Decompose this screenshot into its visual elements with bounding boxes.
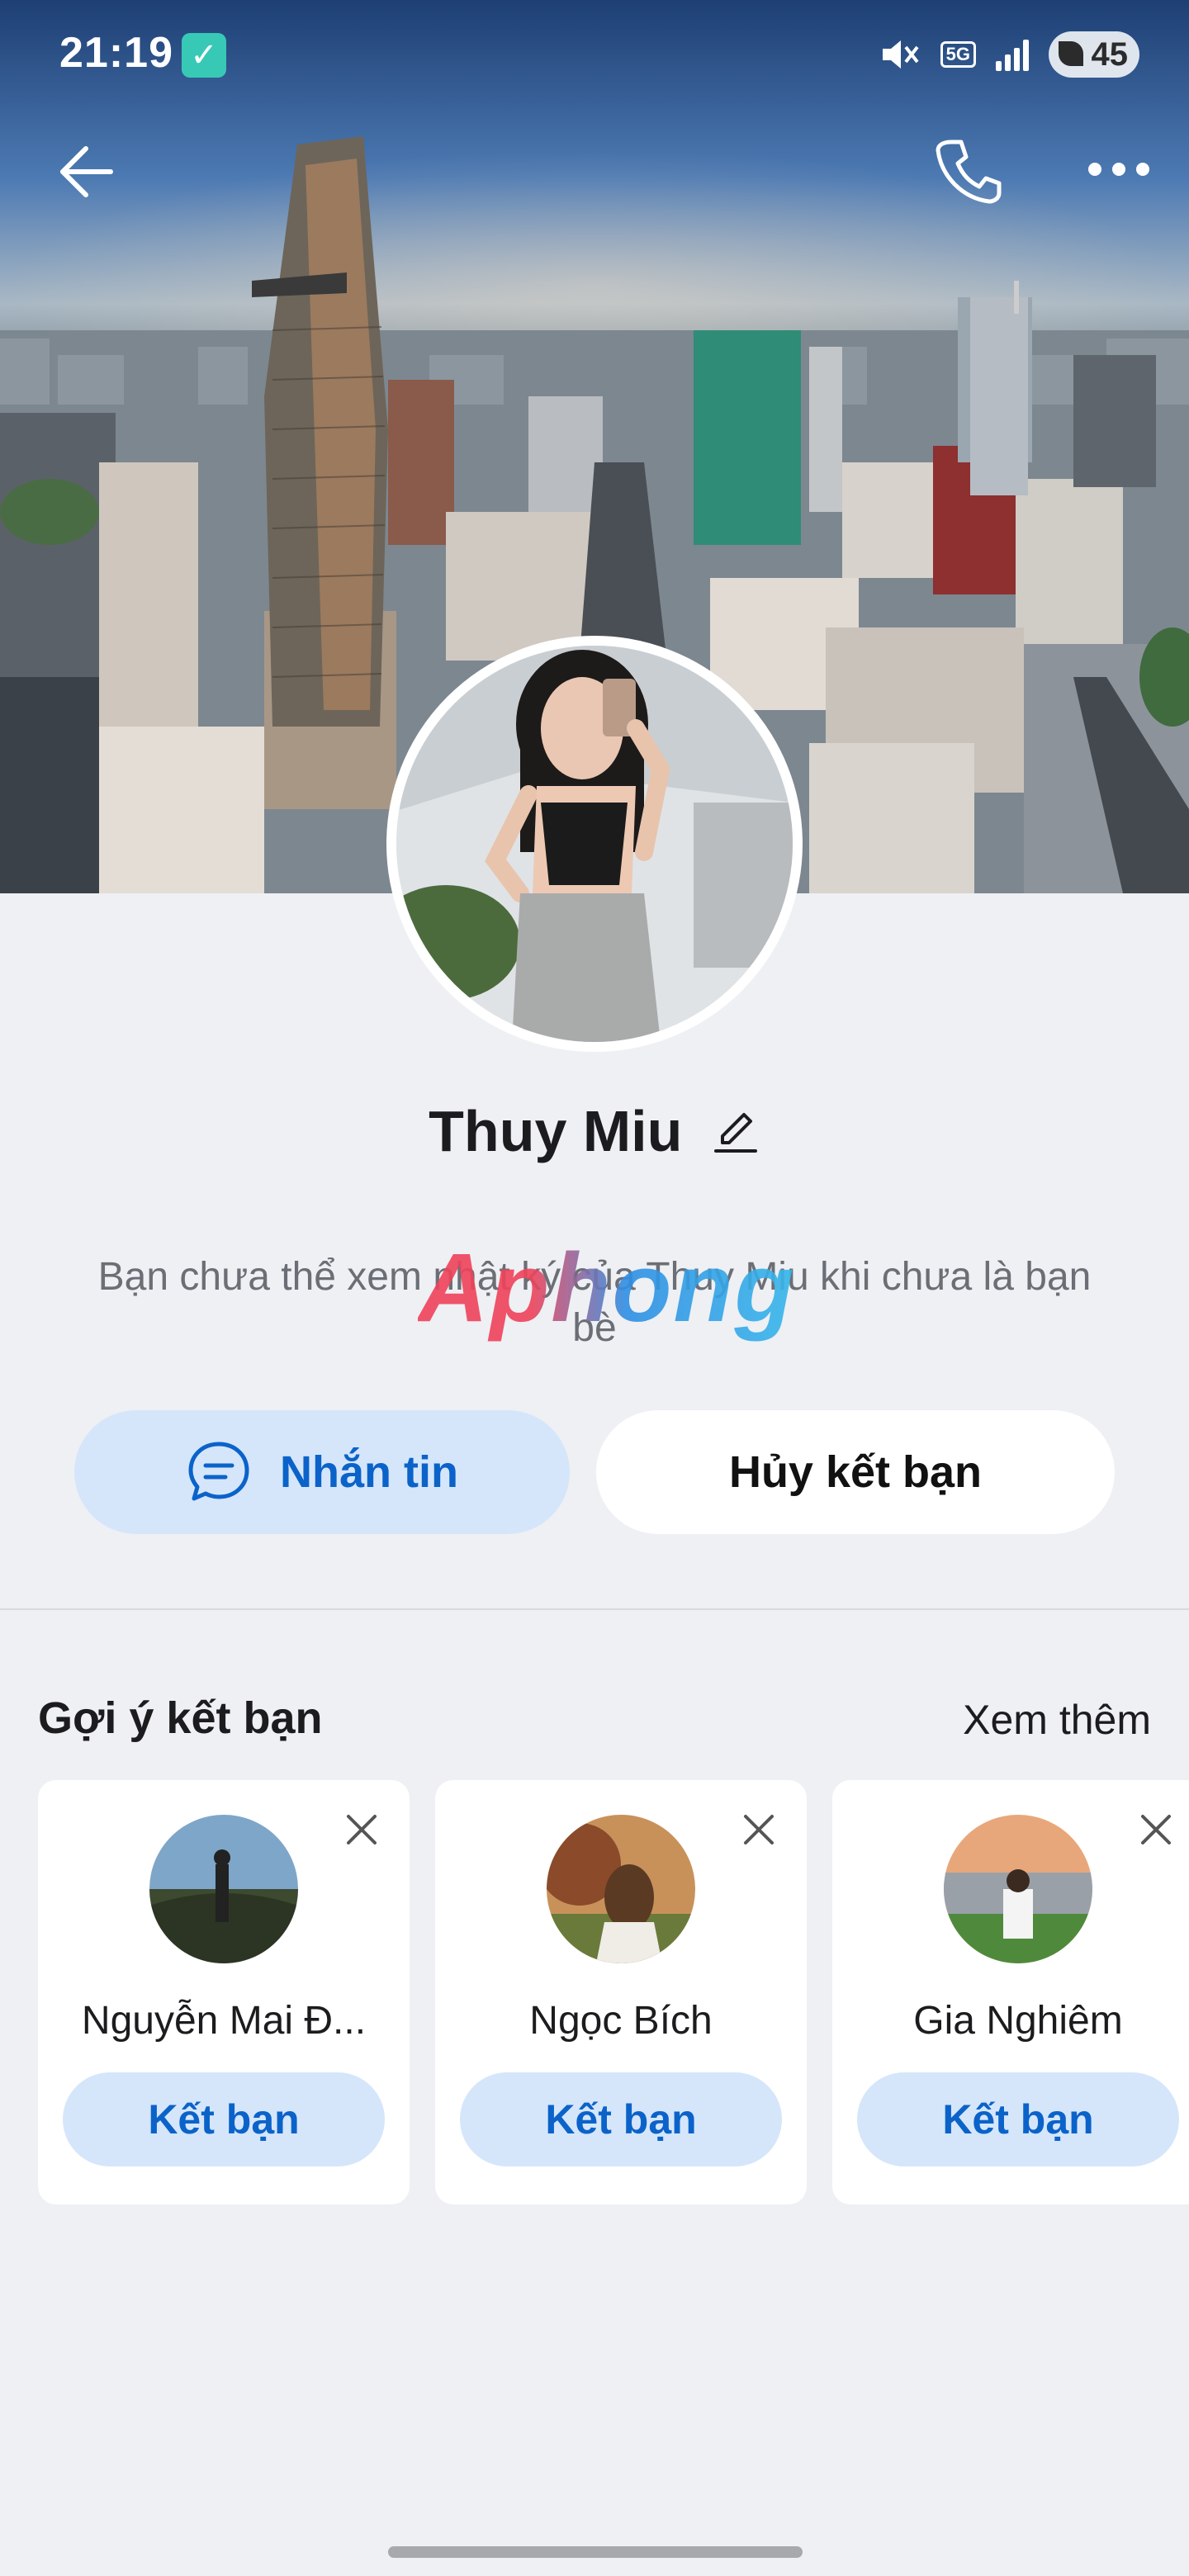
- suggestion-avatar: [149, 1815, 298, 1963]
- close-icon[interactable]: [343, 1811, 380, 1848]
- clock: 21:19: [59, 29, 173, 77]
- unfriend-button-label: Hủy kết bạn: [728, 1447, 983, 1497]
- profile-avatar[interactable]: [386, 636, 803, 1052]
- suggestion-card[interactable]: Gia Nghiêm Kết bạn: [832, 1780, 1189, 2204]
- status-icons: 5G 45: [879, 31, 1139, 78]
- edit-pencil-icon[interactable]: [711, 1106, 760, 1156]
- battery-saver-icon: [1059, 41, 1083, 66]
- close-icon[interactable]: [741, 1811, 777, 1848]
- suggestions-title: Gợi ý kết bạn: [38, 1693, 323, 1743]
- watermark-logo: Aphong: [418, 1234, 796, 1342]
- mute-icon: [882, 40, 919, 69]
- app-check-icon: ✓: [182, 33, 226, 78]
- suggestion-card[interactable]: Ngọc Bích Kết bạn: [435, 1780, 807, 2204]
- add-friend-button[interactable]: Kết bạn: [460, 2072, 782, 2166]
- see-more-link[interactable]: Xem thêm: [963, 1696, 1151, 1744]
- unfriend-button[interactable]: Hủy kết bạn: [596, 1410, 1115, 1534]
- profile-name-row: Thuy Miu: [0, 1098, 1189, 1164]
- suggestion-avatar: [547, 1815, 695, 1963]
- phone-call-icon[interactable]: [933, 135, 1002, 205]
- more-options-icon[interactable]: [1082, 149, 1156, 190]
- suggestion-avatar: [944, 1815, 1092, 1963]
- battery-indicator: 45: [1049, 31, 1139, 78]
- back-arrow-icon[interactable]: [53, 139, 119, 205]
- suggestion-card[interactable]: Nguyễn Mai Đ... Kết bạn: [38, 1780, 410, 2204]
- close-icon[interactable]: [1138, 1811, 1174, 1848]
- avatar-photo: [396, 646, 793, 1042]
- section-divider: [0, 1608, 1189, 1610]
- chat-bubble-icon: [188, 1442, 249, 1501]
- network-type: 5G: [940, 41, 976, 68]
- suggestion-name: Ngọc Bích: [529, 1999, 713, 2043]
- suggestion-name: Gia Nghiêm: [913, 1999, 1123, 2043]
- battery-level: 45: [1091, 36, 1129, 73]
- suggestion-name: Nguyễn Mai Đ...: [81, 1999, 367, 2043]
- home-indicator[interactable]: [388, 2546, 803, 2558]
- status-bar: 21:19 ✓ 5G 45: [0, 0, 1189, 116]
- message-button[interactable]: Nhắn tin: [74, 1410, 570, 1534]
- add-friend-button[interactable]: Kết bạn: [63, 2072, 385, 2166]
- signal-icon: [996, 38, 1029, 71]
- message-button-label: Nhắn tin: [280, 1447, 458, 1497]
- add-friend-button[interactable]: Kết bạn: [857, 2072, 1179, 2166]
- profile-name: Thuy Miu: [429, 1099, 683, 1163]
